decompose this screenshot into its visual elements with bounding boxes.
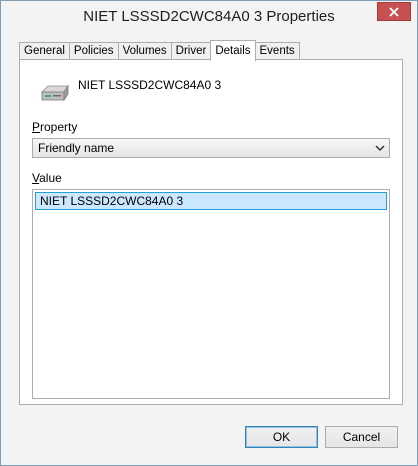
tab-driver[interactable]: Driver (170, 42, 212, 60)
value-list[interactable]: NIET LSSSD2CWC84A0 3 (32, 189, 390, 399)
value-label: Value (32, 171, 62, 185)
cancel-button[interactable]: Cancel (325, 426, 398, 448)
tab-events[interactable]: Events (254, 42, 300, 60)
tab-strip: General Policies Volumes Driver Details … (19, 40, 300, 61)
tab-general[interactable]: General (19, 42, 70, 60)
property-dropdown[interactable]: Friendly name (32, 138, 390, 158)
properties-dialog: NIET LSSSD2CWC84A0 3 Properties General … (0, 0, 418, 466)
drive-icon (41, 84, 69, 102)
dialog-body: General Policies Volumes Driver Details … (9, 35, 409, 455)
tab-details[interactable]: Details (210, 40, 256, 61)
details-panel: NIET LSSSD2CWC84A0 3 Property Friendly n… (19, 59, 403, 405)
property-label: Property (32, 120, 77, 134)
ok-button[interactable]: OK (245, 426, 318, 448)
close-icon (389, 6, 399, 17)
close-button[interactable] (377, 2, 411, 21)
property-dropdown-value: Friendly name (38, 141, 115, 155)
chevron-down-icon (375, 145, 385, 152)
property-label-accelerator: P (32, 120, 41, 134)
tab-policies[interactable]: Policies (68, 42, 119, 60)
device-name: NIET LSSSD2CWC84A0 3 (78, 78, 222, 92)
list-item[interactable]: NIET LSSSD2CWC84A0 3 (35, 192, 387, 210)
window-title: NIET LSSSD2CWC84A0 3 Properties (83, 8, 335, 25)
tab-volumes[interactable]: Volumes (117, 42, 172, 60)
property-label-text: roperty (40, 120, 78, 134)
title-bar[interactable]: NIET LSSSD2CWC84A0 3 Properties (1, 1, 417, 34)
value-label-text: alue (39, 171, 62, 185)
